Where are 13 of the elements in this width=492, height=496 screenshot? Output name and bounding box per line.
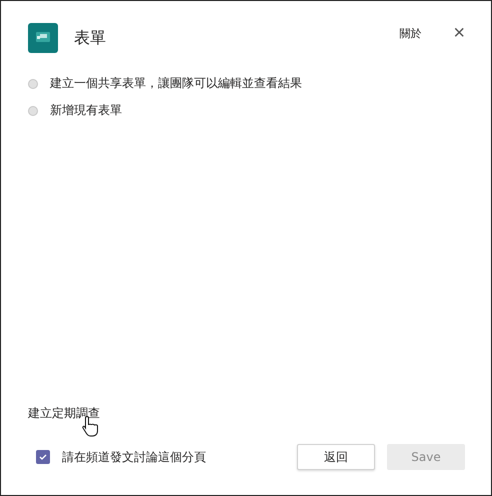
about-link[interactable]: 關於 <box>399 26 422 40</box>
radio-button[interactable] <box>28 106 38 116</box>
option-label: 建立一個共享表單，讓團隊可以編輯並查看結果 <box>50 75 302 92</box>
forms-logo-icon <box>28 23 58 53</box>
checkmark-icon <box>39 453 47 461</box>
back-button[interactable]: 返回 <box>297 444 375 470</box>
checkbox[interactable] <box>36 450 50 464</box>
radio-button[interactable] <box>28 78 38 88</box>
checkbox-label: 請在頻道發文討論這個分頁 <box>62 448 207 466</box>
option-label: 新增現有表單 <box>50 102 122 119</box>
close-button[interactable]: × <box>453 23 465 43</box>
survey-link[interactable]: 建立定期調查 <box>28 405 100 422</box>
dialog-title: 表單 <box>74 28 107 48</box>
